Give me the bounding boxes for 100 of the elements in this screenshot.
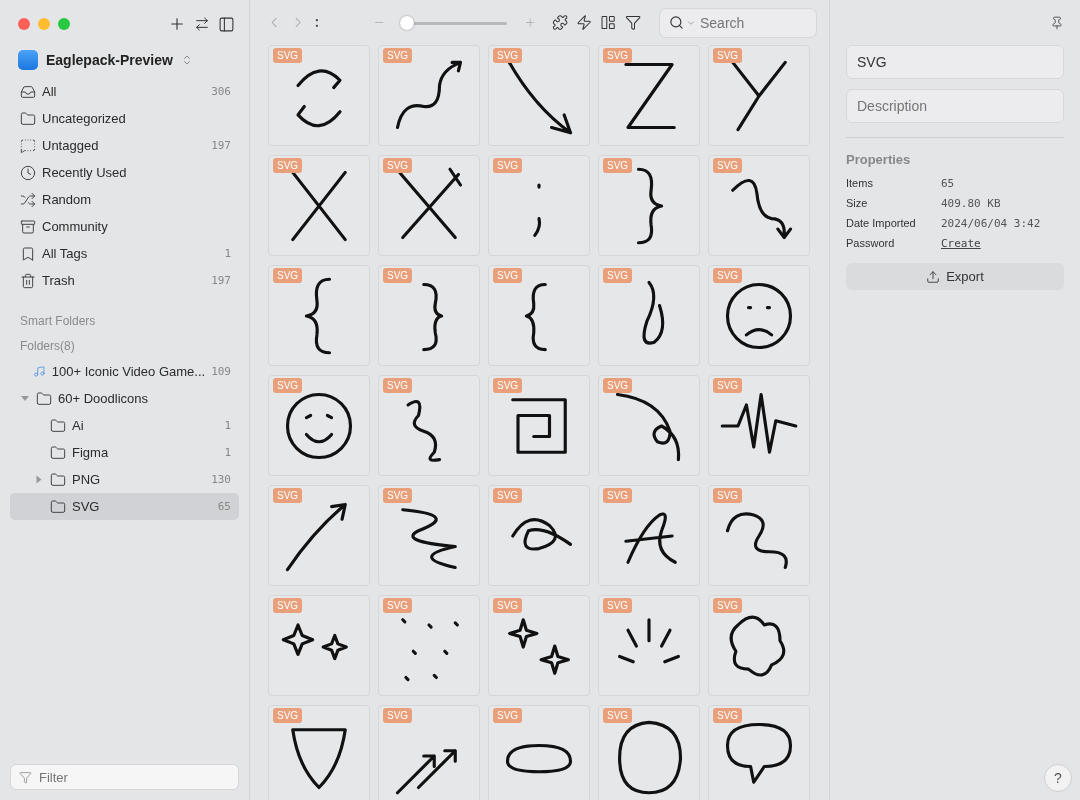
thumbnail-card[interactable]: SVG xyxy=(378,45,480,146)
doodle-drawing xyxy=(505,743,573,773)
item-count: 197 xyxy=(211,274,231,287)
thumbnail-card[interactable]: SVG xyxy=(708,705,810,800)
file-type-badge: SVG xyxy=(493,48,523,63)
sidebar-item[interactable]: Trash 197 xyxy=(10,267,239,294)
thumbnail-card[interactable]: SVG xyxy=(268,155,370,256)
library-icon xyxy=(18,50,38,70)
file-type-badge: SVG xyxy=(713,268,743,283)
doodle-drawing xyxy=(401,507,457,569)
drag-handle-icon[interactable] xyxy=(314,17,319,28)
folder-item[interactable]: 100+ Iconic Video Game... 109 xyxy=(10,358,239,385)
thumbnail-card[interactable]: SVG xyxy=(268,485,370,586)
file-type-badge: SVG xyxy=(273,158,303,173)
thumbnail-card[interactable]: SVG xyxy=(708,595,810,696)
thumbnail-card[interactable]: SVG xyxy=(268,375,370,476)
sidebar-item[interactable]: Uncategorized xyxy=(10,105,239,132)
folder-item[interactable]: Figma 1 xyxy=(10,439,239,466)
thumbnail-card[interactable]: SVG xyxy=(488,595,590,696)
file-type-badge: SVG xyxy=(273,268,303,283)
description-field[interactable]: Description xyxy=(846,89,1064,123)
zoom-button[interactable] xyxy=(58,18,70,30)
thumbnail-card[interactable]: SVG xyxy=(488,45,590,146)
puzzle-icon[interactable] xyxy=(551,14,569,31)
file-type-badge: SVG xyxy=(713,488,743,503)
disclosure-icon[interactable] xyxy=(21,396,29,401)
add-icon[interactable] xyxy=(168,15,186,33)
thumbnail-card[interactable]: SVG xyxy=(268,265,370,366)
thumbnail-card[interactable]: SVG xyxy=(378,595,480,696)
thumbnail-card[interactable]: SVG xyxy=(708,265,810,366)
thumbnail-card[interactable]: SVG xyxy=(598,595,700,696)
sidebar-item-icon xyxy=(20,191,36,208)
disclosure-icon[interactable] xyxy=(36,475,42,484)
thumbnail-card[interactable]: SVG xyxy=(378,485,480,586)
thumbnail-card[interactable]: SVG xyxy=(708,45,810,146)
filter-field[interactable]: Filter xyxy=(10,764,239,790)
property-label: Date Imported xyxy=(846,217,917,229)
thumbnail-card[interactable]: SVG xyxy=(708,155,810,256)
doodle-drawing xyxy=(511,517,573,551)
sidebar-item[interactable]: All 306 xyxy=(10,78,239,105)
library-selector[interactable]: Eaglepack-Preview xyxy=(46,52,173,68)
thumbnail-card[interactable]: SVG xyxy=(708,375,810,476)
folder-item[interactable]: SVG 65 xyxy=(10,493,239,520)
thumbnail-card[interactable]: SVG xyxy=(488,485,590,586)
sidebar-item[interactable]: Recently Used xyxy=(10,159,239,186)
folder-item[interactable]: Ai 1 xyxy=(10,412,239,439)
doodle-drawing xyxy=(395,60,463,129)
close-button[interactable] xyxy=(18,18,30,30)
create-password-link[interactable]: Create xyxy=(941,236,981,250)
zoom-in-icon[interactable] xyxy=(523,16,536,29)
swap-arrows-icon[interactable] xyxy=(194,16,210,32)
thumbnail-card[interactable]: SVG xyxy=(598,45,700,146)
sidebar-item[interactable]: Random xyxy=(10,186,239,213)
thumbnail-card[interactable]: SVG xyxy=(598,485,700,586)
sidebar-item-label: Trash xyxy=(42,273,76,288)
folder-label: Figma xyxy=(72,445,110,460)
thumbnail-card[interactable]: SVG xyxy=(488,375,590,476)
item-count: 1 xyxy=(224,446,231,459)
sidebar-item[interactable]: All Tags 1 xyxy=(10,240,239,267)
sidebar-toggle-icon[interactable] xyxy=(218,15,235,33)
thumbnail-card[interactable]: SVG xyxy=(378,155,480,256)
search-field[interactable]: Search xyxy=(658,7,817,38)
sidebar-item[interactable]: Untagged 197 xyxy=(10,132,239,159)
export-button[interactable]: Export xyxy=(846,263,1064,290)
thumbnail-card[interactable]: SVG xyxy=(378,265,480,366)
thumbnail-card[interactable]: SVG xyxy=(598,375,700,476)
lightning-icon[interactable] xyxy=(576,14,593,31)
folder-item[interactable]: 60+ Doodlicons xyxy=(10,385,239,412)
section-heading: Folders(8) xyxy=(19,337,76,355)
thumbnail-card[interactable]: SVG xyxy=(268,705,370,800)
thumbnail-card[interactable]: SVG xyxy=(378,705,480,800)
help-button[interactable]: ? xyxy=(1044,764,1072,792)
sidebar-item-icon xyxy=(20,110,36,127)
filter-icon[interactable] xyxy=(624,14,641,31)
folder-item[interactable]: PNG 130 xyxy=(10,466,239,493)
folder-icon xyxy=(50,498,66,515)
pin-icon[interactable] xyxy=(1050,15,1064,30)
thumbnail-card[interactable]: SVG xyxy=(268,595,370,696)
item-count: 130 xyxy=(211,473,231,486)
thumbnail-card[interactable]: SVG xyxy=(598,155,700,256)
thumbnail-card[interactable]: SVG xyxy=(268,45,370,146)
file-type-badge: SVG xyxy=(603,158,633,173)
thumbnail-card[interactable]: SVG xyxy=(378,375,480,476)
doodle-drawing xyxy=(511,397,567,454)
thumbnail-card[interactable]: SVG xyxy=(488,265,590,366)
thumbnail-card[interactable]: SVG xyxy=(598,705,700,800)
section-heading: Smart Folders xyxy=(19,312,97,330)
thumbnail-card[interactable]: SVG xyxy=(488,155,590,256)
thumbnail-card[interactable]: SVG xyxy=(708,485,810,586)
name-field[interactable]: SVG xyxy=(846,45,1064,79)
layout-icon[interactable] xyxy=(600,14,617,31)
folder-label: Ai xyxy=(72,418,85,433)
doodle-drawing xyxy=(508,617,570,675)
sidebar-item-label: Community xyxy=(42,219,109,234)
doodle-drawing xyxy=(296,68,342,127)
sidebar-item[interactable]: Community xyxy=(10,213,239,240)
folder-icon xyxy=(50,444,66,461)
property-label: Password xyxy=(846,237,896,249)
thumbnail-card[interactable]: SVG xyxy=(598,265,700,366)
thumbnail-card[interactable]: SVG xyxy=(488,705,590,800)
